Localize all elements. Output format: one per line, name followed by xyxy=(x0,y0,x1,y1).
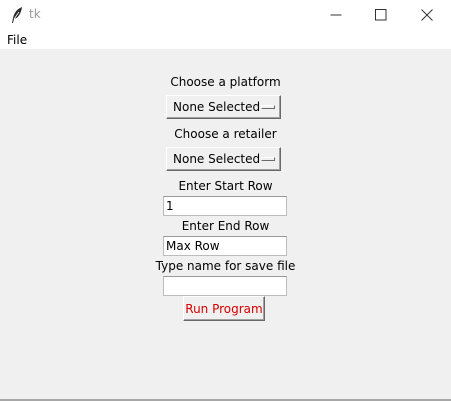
title-bar[interactable]: tk xyxy=(0,0,451,30)
maximize-button[interactable] xyxy=(358,0,404,30)
window-title: tk xyxy=(29,7,41,21)
retailer-label: Choose a retailer xyxy=(174,127,277,141)
app-window: tk File Choose a platform None Selected … xyxy=(0,0,451,401)
close-icon xyxy=(421,9,433,21)
start-row-input[interactable] xyxy=(163,196,287,216)
menu-file[interactable]: File xyxy=(7,33,27,47)
dropdown-indicator-icon xyxy=(261,157,275,161)
platform-label: Choose a platform xyxy=(170,75,281,89)
platform-dropdown[interactable]: None Selected xyxy=(166,95,281,119)
save-file-label: Type name for save file xyxy=(155,259,296,273)
end-row-label: Enter End Row xyxy=(181,219,270,233)
start-row-label: Enter Start Row xyxy=(178,179,273,193)
minimize-button[interactable] xyxy=(313,0,359,30)
maximize-icon xyxy=(375,9,387,21)
retailer-dropdown[interactable]: None Selected xyxy=(166,147,281,171)
feather-icon xyxy=(10,6,24,24)
retailer-dropdown-value: None Selected xyxy=(173,152,261,166)
dropdown-indicator-icon xyxy=(261,105,275,109)
platform-dropdown-value: None Selected xyxy=(173,100,261,114)
minimize-icon xyxy=(330,14,342,16)
save-file-input[interactable] xyxy=(163,276,287,296)
run-program-button[interactable]: Run Program xyxy=(183,296,265,321)
menu-bar: File xyxy=(0,30,451,49)
close-button[interactable] xyxy=(404,0,450,30)
end-row-input[interactable] xyxy=(163,236,287,256)
